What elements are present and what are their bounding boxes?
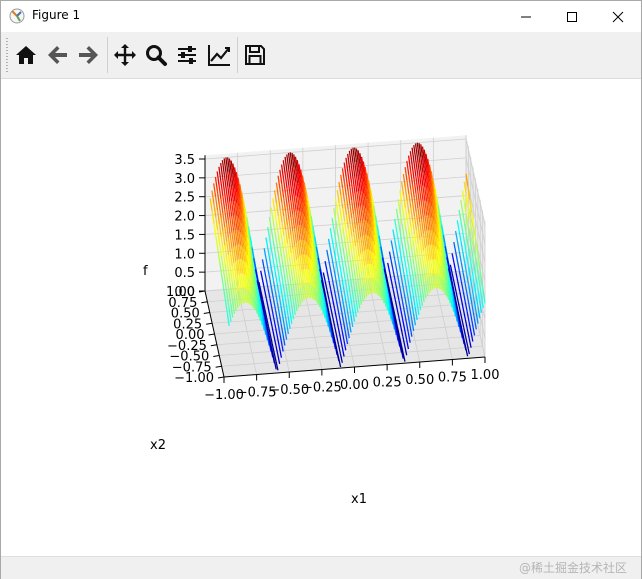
watermark-text: @稀土掘金技术社区: [518, 561, 627, 575]
arrow-right-icon: [79, 46, 98, 64]
close-icon: [612, 11, 624, 22]
x-tick-label: −0.25: [302, 381, 342, 396]
home-button[interactable]: [12, 41, 40, 69]
axes-3d[interactable]: 3.53.02.52.01.51.00.50.0 1.000.750.500.2…: [1, 79, 641, 555]
floppy-disk-icon: [245, 45, 265, 65]
toolbar-separator: [107, 37, 108, 73]
arrow-left-icon: [48, 46, 67, 64]
y-tick: [208, 333, 215, 336]
pan-button[interactable]: [111, 41, 139, 69]
x-axis-label: x1: [351, 492, 367, 507]
z-tick-label: 0.5: [174, 266, 195, 281]
status-bar: @稀土掘金技术社区: [1, 556, 641, 579]
home-icon: [16, 46, 36, 64]
y-tick: [201, 301, 208, 304]
zoom-button[interactable]: [142, 41, 170, 69]
y-tick: [215, 365, 222, 368]
minimize-button[interactable]: [503, 1, 549, 32]
y-tick-label: −1.00: [174, 371, 214, 386]
x-tick-label: 0.00: [340, 378, 369, 393]
minimize-icon: [521, 16, 531, 17]
forward-button[interactable]: [74, 41, 102, 69]
z-axis-label: f: [143, 264, 148, 279]
figure-window: Figure 1 3.5 3.0 2.5 2.0 1.5 1.0 0.5 0.0…: [0, 0, 642, 579]
close-button[interactable]: [595, 1, 641, 32]
move-icon: [114, 44, 136, 66]
subplots-button[interactable]: [173, 41, 201, 69]
x-tick-label: 0.50: [405, 373, 434, 388]
window-title: Figure 1: [32, 8, 81, 22]
z-tick-labels: 3.53.02.52.01.51.00.50.0: [174, 153, 205, 300]
y-tick: [210, 344, 217, 347]
maximize-button[interactable]: [549, 1, 595, 32]
maximize-icon: [567, 11, 577, 22]
y-tick: [203, 312, 210, 314]
z-tick-label: 3.0: [174, 172, 195, 187]
back-button[interactable]: [44, 41, 72, 69]
matplotlib-figure-icon: [9, 8, 25, 24]
y-tick: [206, 322, 213, 325]
save-button[interactable]: [241, 41, 269, 69]
magnifier-icon: [146, 45, 167, 66]
x-tick-label: 0.25: [373, 376, 402, 391]
z-tick-label: 1.0: [174, 247, 195, 262]
x-tick-label: 1.00: [471, 368, 500, 383]
edit-axis-button[interactable]: [205, 41, 233, 69]
navigation-toolbar: [1, 32, 641, 79]
y-tick: [217, 376, 225, 379]
line-chart-icon: [208, 45, 230, 66]
title-bar: Figure 1: [1, 1, 641, 32]
x-tick-label: 0.75: [438, 371, 467, 386]
z-tick-label: 2.5: [174, 191, 195, 206]
z-tick-label: 1.5: [174, 228, 195, 243]
toolbar-grip[interactable]: [6, 38, 8, 72]
y-tick: [213, 355, 220, 357]
z-tick-label: 2.0: [174, 210, 195, 225]
z-tick-label: 3.5: [174, 153, 195, 168]
figure-canvas[interactable]: 3.5 3.0 2.5 2.0 1.5 1.0 0.5 0.0 1.00 0.75 0.50 0.2…: [1, 79, 641, 555]
sliders-icon: [178, 46, 196, 64]
y-axis-label: x2: [150, 438, 166, 453]
toolbar-separator: [237, 37, 238, 73]
